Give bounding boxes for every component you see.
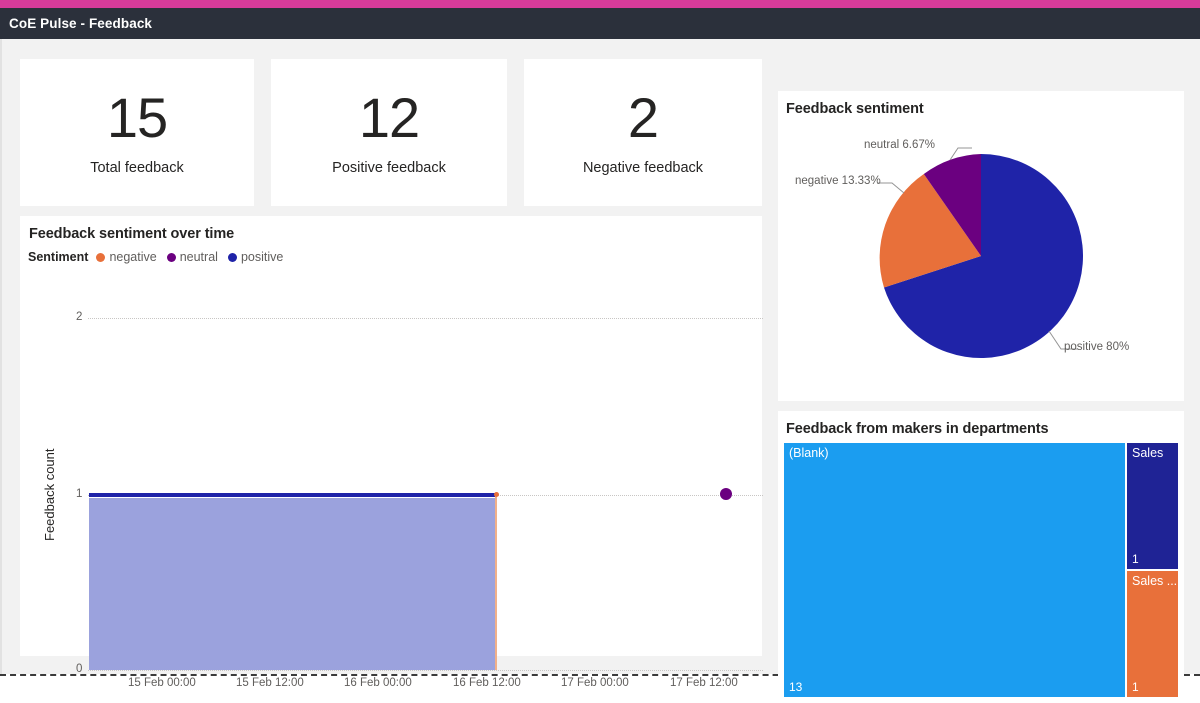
kpi-card-negative-feedback[interactable]: 2 Negative feedback [524,59,762,206]
treemap-node-label: Sales [1132,446,1164,460]
marker-negative [494,492,499,497]
chart-feedback-sentiment-pie[interactable]: Feedback sentiment neutral 6.67% negativ… [778,91,1184,401]
chart-feedback-from-makers-in-departments[interactable]: Feedback from makers in departments (Bla… [778,411,1184,703]
chart-plot-area: Feedback count 2 1 0 15 Feb 00:00 15 Feb… [20,216,763,689]
pie-label-neutral: neutral 6.67% [864,139,935,151]
accent-bar [0,0,1200,8]
treemap-node-value: 1 [1132,680,1139,694]
treemap-node-label: (Blank) [789,446,829,460]
treemap-node-value: 13 [789,680,803,694]
kpi-value: 15 [106,85,168,149]
kpi-value: 12 [358,85,420,149]
pie-leader-negative [877,182,905,194]
gridline-y0 [88,670,763,671]
y-tick-label: 2 [76,311,83,323]
x-tick-label: 16 Feb 12:00 [453,677,521,689]
report-canvas: 15 Total feedback 12 Positive feedback 2… [0,39,1200,703]
chart-title: Feedback from makers in departments [786,421,1049,437]
treemap-node-blank[interactable]: (Blank) 13 [783,442,1126,698]
pie-svg [877,147,1083,359]
app-window: CoE Pulse - Feedback 15 Total feedback 1… [0,0,1200,703]
y-tick-label: 0 [76,663,83,675]
treemap-plot-area: (Blank) 13 Sales 1 Sales ... 1 [783,442,1179,698]
treemap-node-sales[interactable]: Sales 1 [1126,442,1179,570]
pie-label-positive: positive 80% [1064,341,1130,353]
y-tick-label: 1 [76,488,83,500]
area-series-positive [89,498,496,670]
title-bar: CoE Pulse - Feedback [0,8,1200,39]
kpi-label: Positive feedback [332,159,446,176]
x-tick-label: 15 Feb 12:00 [236,677,304,689]
app-title: CoE Pulse - Feedback [9,16,153,31]
x-tick-label: 15 Feb 00:00 [128,677,196,689]
treemap-node-label: Sales ... [1132,574,1178,588]
treemap-node-value: 1 [1132,552,1139,566]
pie-label-negative: negative 13.33% [795,175,881,187]
x-tick-label: 17 Feb 00:00 [561,677,629,689]
x-tick-label: 17 Feb 12:00 [670,677,738,689]
kpi-card-positive-feedback[interactable]: 12 Positive feedback [271,59,507,206]
treemap-node-sales-2[interactable]: Sales ... 1 [1126,570,1179,698]
line-series-positive [89,493,496,497]
marker-neutral [720,488,732,500]
kpi-label: Negative feedback [582,159,704,176]
area-edge-negative [495,493,497,670]
pie-plot-area: neutral 6.67% negative 13.33% positive 8… [778,91,1184,401]
y-axis-title: Feedback count [42,448,57,541]
kpi-value: 2 [627,85,659,149]
kpi-card-total-feedback[interactable]: 15 Total feedback [20,59,254,206]
x-tick-label: 16 Feb 00:00 [344,677,412,689]
gridline-y2 [88,318,763,319]
chart-feedback-sentiment-over-time[interactable]: Feedback sentiment over time Sentiment n… [20,216,763,689]
kpi-label: Total feedback [90,159,184,176]
